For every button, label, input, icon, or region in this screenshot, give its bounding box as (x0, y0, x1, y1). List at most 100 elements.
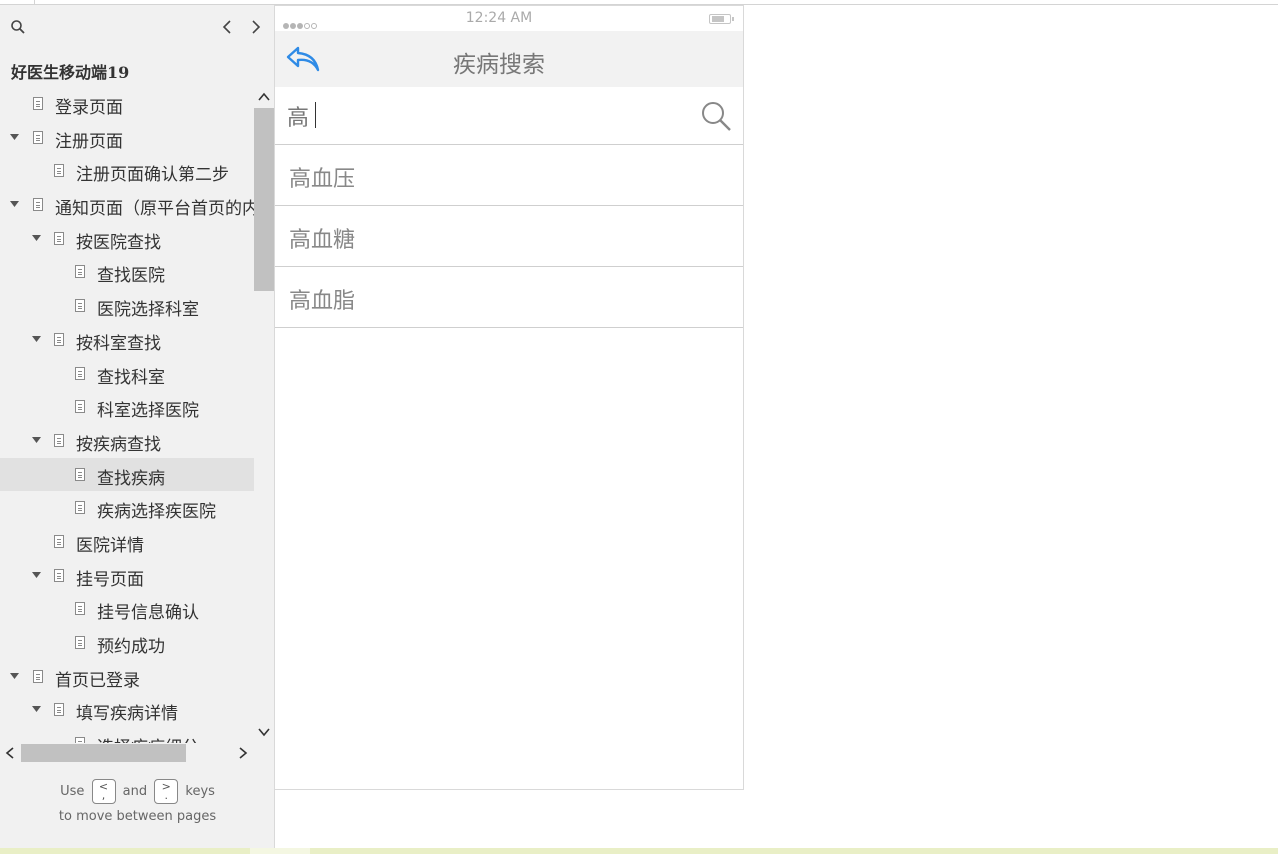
sidebar-page-label: 科室选择医院 (97, 401, 199, 422)
page-document-icon (75, 602, 85, 616)
bottom-strip-segment (250, 848, 310, 854)
sidebar-page-item[interactable]: 注册页面 (0, 121, 254, 155)
sidebar-page-label: 查找科室 (97, 367, 165, 388)
page-document-icon (75, 400, 85, 414)
prev-key-icon: <, (91, 779, 116, 804)
sidebar-page-label: 通知页面（原平台首页的内 (55, 199, 254, 220)
hint-and: and (122, 784, 148, 799)
phone-prototype: 12:24 AM 疾病搜索 高血压高血糖高血脂 (275, 5, 744, 790)
horizontal-scrollbar[interactable] (0, 743, 254, 762)
sidebar-page-label: 疾病选择疾医院 (97, 502, 216, 523)
project-title: 好医生移动端19 (11, 63, 130, 82)
expand-caret-icon[interactable] (10, 672, 19, 680)
magnifier-icon[interactable] (699, 100, 733, 132)
sidebar-page-item[interactable]: 首页已登录 (0, 660, 254, 694)
page-document-icon (75, 636, 85, 649)
sidebar-page-item[interactable]: 登录页面 (0, 87, 254, 121)
search-bar (275, 87, 743, 145)
page-document-icon (75, 299, 85, 313)
expand-caret-icon[interactable] (10, 133, 19, 141)
page-tree: 登录页面注册页面注册页面确认第二步通知页面（原平台首页的内按医院查找查找医院医院… (0, 87, 254, 745)
sidebar-page-label: 按疾病查找 (76, 434, 161, 455)
page-document-icon (54, 568, 64, 582)
search-result-label: 高血压 (289, 167, 356, 192)
bottom-status-strip (0, 848, 1278, 854)
sidebar-page-label: 填写疾病详情 (76, 704, 178, 725)
sidebar-page-item[interactable]: 查找医院 (0, 255, 254, 289)
text-cursor (315, 102, 316, 128)
keyboard-hint: Use <, and >. keys to move between pages (0, 779, 275, 829)
vertical-scrollbar[interactable] (254, 87, 274, 745)
sidebar-page-item[interactable]: 按医院查找 (0, 222, 254, 256)
sidebar-page-item[interactable]: 查找疾病 (0, 457, 254, 492)
page-document-icon (33, 97, 43, 110)
sidebar-page-item[interactable]: 预约成功 (0, 626, 254, 660)
battery-icon (709, 14, 734, 24)
disease-search-input[interactable] (287, 97, 687, 135)
scroll-right-icon[interactable] (238, 747, 248, 759)
page-document-icon (33, 130, 43, 144)
sidebar-page-label: 医院选择科室 (97, 300, 199, 321)
search-result-item[interactable]: 高血压 (275, 145, 743, 206)
sidebar-page-label: 注册页面 (55, 131, 123, 152)
search-results-list: 高血压高血糖高血脂 (275, 145, 743, 328)
page-document-icon (54, 164, 64, 178)
sidebar-page-item[interactable]: 挂号页面 (0, 559, 254, 593)
page-document-icon (33, 198, 43, 212)
sidebar-page-label: 医院详情 (76, 535, 144, 556)
next-key-icon: >. (154, 779, 179, 804)
next-page-icon[interactable] (246, 17, 266, 37)
sidebar-page-label: 首页已登录 (55, 670, 140, 691)
sidebar-page-item[interactable]: 填写疾病详情 (0, 693, 254, 727)
page-document-icon (54, 332, 64, 346)
page-document-icon (75, 366, 85, 380)
sidebar-page-label: 按科室查找 (76, 333, 161, 354)
horizontal-scroll-thumb[interactable] (21, 744, 186, 762)
search-icon[interactable] (10, 19, 26, 35)
search-result-item[interactable]: 高血糖 (275, 206, 743, 267)
hint-keys: keys (185, 784, 215, 799)
sidebar-page-item[interactable]: 医院详情 (0, 525, 254, 559)
sidebar-page-item[interactable]: 按疾病查找 (0, 424, 254, 458)
nav-bar: 疾病搜索 (275, 31, 743, 87)
sidebar-page-label: 查找疾病 (97, 468, 165, 489)
sidebar-page-label: 注册页面确认第二步 (76, 165, 229, 186)
nav-title: 疾病搜索 (453, 52, 545, 78)
sitemap-sidebar: 好医生移动端19 登录页面注册页面注册页面确认第二步通知页面（原平台首页的内按医… (0, 5, 275, 848)
scroll-up-icon[interactable] (258, 92, 270, 102)
sidebar-page-item[interactable]: 按科室查找 (0, 323, 254, 357)
expand-caret-icon[interactable] (32, 436, 41, 444)
expand-caret-icon[interactable] (32, 335, 41, 343)
expand-caret-icon[interactable] (32, 706, 41, 713)
search-result-label: 高血脂 (289, 289, 356, 314)
sidebar-page-item[interactable]: 医院选择科室 (0, 289, 254, 323)
hint-line2: to move between pages (58, 809, 217, 824)
sidebar-page-label: 查找医院 (97, 266, 165, 287)
sidebar-page-item[interactable]: 查找科室 (0, 357, 254, 391)
sidebar-page-item[interactable]: 疾病选择疾医院 (0, 491, 254, 525)
previous-page-icon[interactable] (217, 17, 237, 37)
expand-caret-icon[interactable] (32, 571, 41, 579)
status-time: 12:24 AM (465, 10, 533, 26)
search-result-item[interactable]: 高血脂 (275, 267, 743, 328)
status-bar: 12:24 AM (275, 6, 743, 31)
sidebar-page-label: 挂号页面 (76, 569, 144, 590)
page-document-icon (75, 265, 85, 279)
sidebar-page-label: 预约成功 (97, 637, 165, 657)
sidebar-page-item[interactable]: 通知页面（原平台首页的内 (0, 188, 254, 222)
sidebar-page-item[interactable]: 科室选择医院 (0, 390, 254, 424)
sidebar-page-item[interactable]: 注册页面确认第二步 (0, 154, 254, 188)
page-document-icon (75, 467, 85, 481)
sidebar-page-label: 按医院查找 (76, 232, 161, 253)
expand-caret-icon[interactable] (32, 234, 41, 242)
page-document-icon (54, 703, 64, 717)
sidebar-page-item[interactable]: 挂号信息确认 (0, 592, 254, 626)
hint-use: Use (60, 784, 85, 799)
scroll-left-icon[interactable] (5, 747, 15, 759)
vertical-scroll-thumb[interactable] (254, 108, 274, 291)
expand-caret-icon[interactable] (10, 201, 19, 208)
page-document-icon (54, 433, 64, 447)
sidebar-page-label: 挂号信息确认 (97, 603, 199, 624)
page-document-icon (75, 501, 85, 515)
scroll-down-icon[interactable] (258, 727, 270, 737)
